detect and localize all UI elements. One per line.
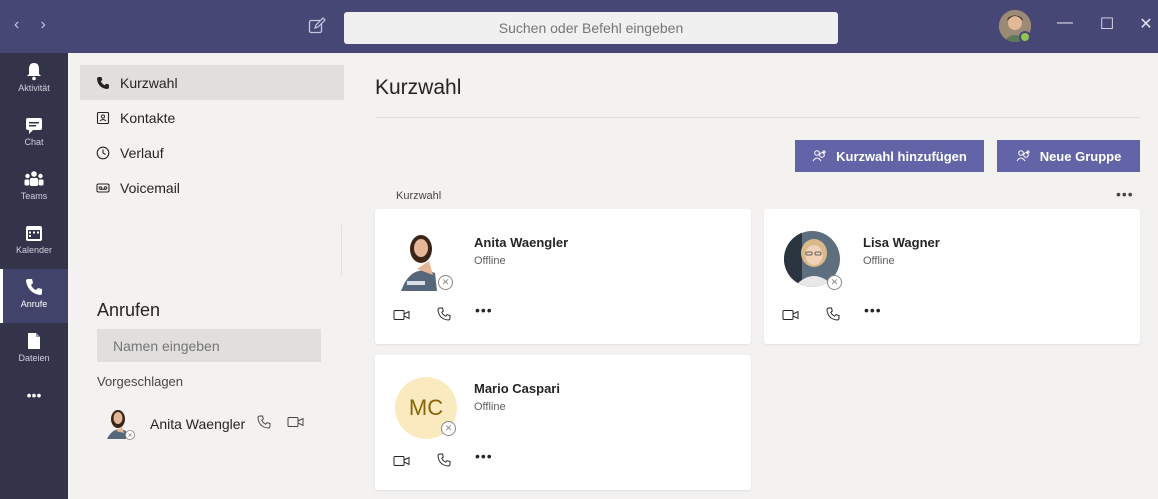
section-more-button[interactable]: ••• (1116, 186, 1134, 202)
subnav-item-contacts[interactable]: Kontakte (80, 100, 344, 135)
phone-icon (97, 76, 109, 89)
page-title: Kurzwahl (375, 76, 462, 99)
close-button[interactable]: ✕ (1134, 14, 1158, 34)
contact-card[interactable]: ✕ Anita Waengler Offline ••• (375, 209, 751, 344)
phone-icon[interactable] (437, 453, 451, 467)
button-label: Neue Gruppe (1039, 148, 1122, 164)
contact-name: Mario Caspari (474, 381, 560, 396)
subnav-item-voicemail[interactable]: Voicemail (80, 170, 344, 205)
clock-icon (96, 146, 110, 159)
more-options-button[interactable]: ••• (475, 448, 493, 464)
call-name-input[interactable] (97, 329, 321, 362)
contact-card[interactable]: ✕ Lisa Wagner Offline ••• (764, 209, 1140, 344)
offline-status-icon: ✕ (441, 421, 456, 436)
contact-status: Offline (474, 255, 506, 267)
button-label: Kurzwahl hinzufügen (836, 148, 967, 164)
subnav-item-speed-dial[interactable]: Kurzwahl (80, 65, 344, 100)
rail-more-button[interactable]: ••• (0, 387, 68, 441)
phone-icon[interactable] (826, 307, 840, 321)
avatar (107, 410, 135, 440)
subnav-label: Voicemail (120, 179, 180, 196)
video-call-icon[interactable] (393, 309, 411, 321)
offline-status-icon: ✕ (438, 275, 453, 290)
back-button[interactable]: ‹ (14, 16, 36, 34)
contact-status: Offline (863, 255, 895, 267)
app-rail: Aktivität Chat Teams Kalender Anrufe Dat… (0, 53, 68, 499)
suggested-contact-name: Anita Waengler (150, 416, 246, 432)
video-call-icon[interactable] (393, 455, 411, 467)
maximize-button[interactable]: ☐ (1095, 14, 1119, 34)
subnav-item-history[interactable]: Verlauf (80, 135, 344, 170)
rail-label: Chat (24, 137, 44, 147)
minimize-button[interactable]: — (1053, 14, 1077, 32)
rail-label: Kalender (15, 245, 53, 255)
rail-item-calls[interactable]: Anrufe (0, 269, 68, 323)
rail-label: Aktivität (18, 83, 50, 93)
suggested-contact[interactable]: Anita Waengler (104, 405, 334, 445)
contact-card-icon (96, 111, 110, 124)
contact-name: Lisa Wagner (863, 235, 940, 250)
offline-status-icon: ✕ (827, 275, 842, 290)
more-options-button[interactable]: ••• (864, 302, 882, 318)
more-options-button[interactable]: ••• (475, 302, 493, 318)
add-speed-dial-button[interactable]: Kurzwahl hinzufügen (795, 140, 984, 172)
file-icon (28, 333, 40, 349)
contact-card[interactable]: MC ✕ Mario Caspari Offline ••• (375, 355, 751, 490)
add-contact-icon (812, 150, 827, 162)
title-divider (375, 117, 1140, 118)
bell-icon (27, 63, 41, 81)
phone-icon (26, 279, 42, 295)
presence-available-badge (1019, 31, 1031, 43)
history-nav: ‹ › (14, 16, 62, 34)
contact-status: Offline (474, 401, 506, 413)
subnav-label: Kurzwahl (120, 74, 178, 91)
phone-icon[interactable] (437, 307, 451, 321)
phone-icon[interactable] (257, 415, 271, 429)
rail-item-teams[interactable]: Teams (0, 161, 68, 215)
speed-dial-section-label: Kurzwahl (396, 190, 442, 202)
subnav-label: Verlauf (120, 144, 164, 161)
voicemail-icon (96, 182, 110, 193)
panel-divider (341, 225, 342, 275)
rail-item-chat[interactable]: Chat (0, 107, 68, 161)
rail-label: Teams (20, 191, 48, 201)
contact-name: Anita Waengler (474, 235, 569, 250)
rail-item-activity[interactable]: Aktivität (0, 53, 68, 107)
rail-label: Dateien (18, 353, 50, 363)
suggested-label: Vorgeschlagen (97, 374, 184, 389)
add-group-icon (1016, 150, 1030, 162)
video-call-icon[interactable] (287, 415, 305, 429)
call-panel-title: Anrufen (97, 300, 161, 320)
rail-item-calendar[interactable]: Kalender (0, 215, 68, 269)
compose-icon[interactable] (308, 17, 326, 35)
forward-button[interactable]: › (40, 16, 62, 34)
calendar-icon (26, 226, 42, 241)
title-bar: ‹ › — ☐ ✕ (0, 0, 1158, 53)
teams-icon (24, 171, 44, 186)
new-group-button[interactable]: Neue Gruppe (997, 140, 1140, 172)
subnav-label: Kontakte (120, 109, 176, 126)
chat-icon (26, 118, 42, 134)
search-input[interactable] (344, 12, 838, 44)
rail-label: Anrufe (20, 299, 48, 309)
rail-item-files[interactable]: Dateien (0, 323, 68, 377)
video-call-icon[interactable] (782, 309, 800, 321)
